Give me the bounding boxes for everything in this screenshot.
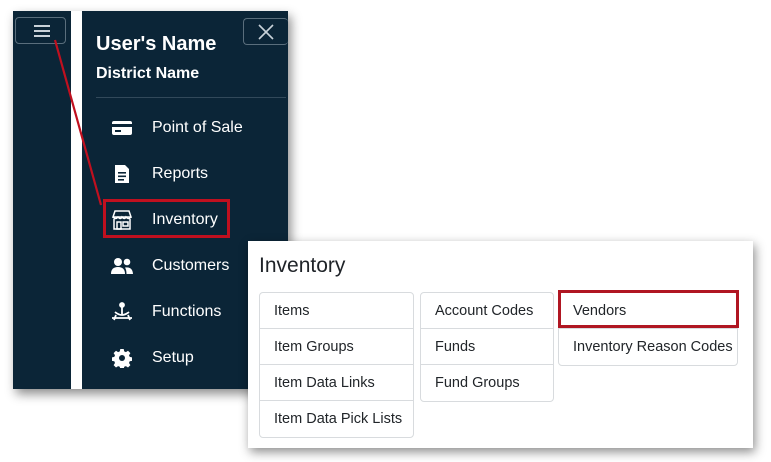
sidebar-item-point-of-sale[interactable]: Point of Sale [110,110,285,146]
hamburger-menu-button[interactable] [15,17,66,44]
list-item-items[interactable]: Items [260,293,413,329]
sidebar-divider [96,97,286,98]
hamburger-icon [34,25,50,27]
inventory-accounts-column: Account Codes Funds Fund Groups [420,292,554,402]
list-item-account-codes[interactable]: Account Codes [421,293,553,329]
sidebar-item-label: Setup [152,349,194,366]
credit-card-icon [110,118,134,138]
sidebar-item-label: Reports [152,165,209,182]
report-document-icon [110,164,134,184]
close-button[interactable] [243,18,288,45]
functions-icon [110,302,134,322]
inventory-items-column: Items Item Groups Item Data Links Item D… [259,292,414,438]
vendors-highlight-box [558,290,739,328]
list-item-funds[interactable]: Funds [421,329,553,365]
sidebar-item-label: Customers [152,257,230,274]
users-icon [110,256,134,276]
district-name: District Name [96,65,200,82]
list-item-item-data-pick-lists[interactable]: Item Data Pick Lists [260,401,413,437]
sidebar-item-reports[interactable]: Reports [110,156,285,192]
hamburger-icon-bar [34,30,50,32]
list-item-inventory-reason-codes[interactable]: Inventory Reason Codes [559,329,737,365]
inventory-title: Inventory [259,254,346,277]
sidebar-item-label: Functions [152,303,222,320]
list-item-fund-groups[interactable]: Fund Groups [421,365,553,401]
gear-icon [110,348,134,368]
user-name: User's Name [96,33,217,55]
list-item-item-groups[interactable]: Item Groups [260,329,413,365]
inventory-highlight-box [103,199,230,238]
hamburger-icon-bar [34,35,50,37]
list-item-item-data-links[interactable]: Item Data Links [260,365,413,401]
panel-divider [71,11,82,389]
close-icon [258,24,274,40]
sidebar-item-label: Point of Sale [152,119,243,136]
